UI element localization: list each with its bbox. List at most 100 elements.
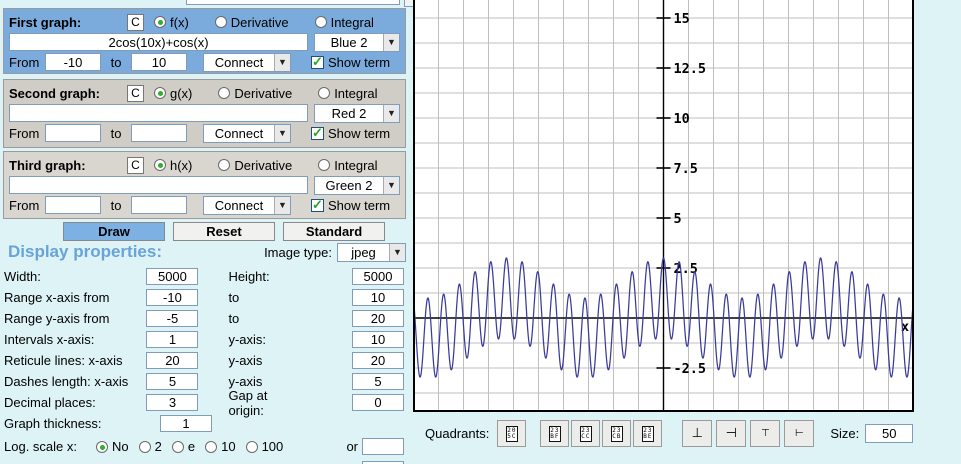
derivative-radio[interactable] bbox=[218, 159, 231, 171]
mode-select-value: Connect bbox=[214, 197, 264, 213]
intervals-x-input[interactable] bbox=[146, 331, 199, 348]
gap-origin-input[interactable] bbox=[352, 394, 404, 411]
left-tack-icon: ⊣ bbox=[725, 426, 737, 441]
cut-off-input[interactable] bbox=[186, 0, 400, 5]
range-y-from-input[interactable] bbox=[146, 310, 199, 327]
width-input[interactable] bbox=[146, 268, 199, 285]
from-input[interactable] bbox=[45, 53, 101, 71]
from-input[interactable] bbox=[45, 124, 101, 142]
hx-radio[interactable] bbox=[154, 159, 166, 171]
integral-radio[interactable] bbox=[318, 159, 331, 171]
range-x-from-input[interactable] bbox=[146, 289, 199, 306]
range-x-label: Range x-axis from bbox=[4, 290, 110, 305]
axis-right-button[interactable]: ⊣ bbox=[716, 420, 747, 447]
clear-button[interactable]: C bbox=[127, 84, 144, 102]
color-select[interactable]: Red 2 ▼ bbox=[314, 103, 400, 123]
radio-button[interactable] bbox=[96, 440, 108, 453]
to-input[interactable] bbox=[131, 124, 187, 142]
color-select[interactable]: Green 2 ▼ bbox=[314, 175, 400, 195]
quadrant-2-button[interactable]: 23 CC bbox=[571, 420, 601, 447]
derivative-radio[interactable] bbox=[218, 87, 231, 99]
radio-button[interactable] bbox=[205, 440, 218, 453]
intervals-y-label: y-axis: bbox=[228, 332, 266, 347]
derivative-radio[interactable] bbox=[214, 16, 227, 28]
mode-select[interactable]: Connect ▼ bbox=[203, 195, 291, 215]
log-scale-y-row: No2e10100 or bbox=[4, 459, 404, 464]
reticule-y-input[interactable] bbox=[352, 352, 404, 369]
down-tack-icon: ⊤ bbox=[760, 428, 770, 439]
dashes-x-input[interactable] bbox=[146, 373, 199, 390]
color-select[interactable]: Blue 2 ▼ bbox=[314, 32, 400, 52]
expression-input[interactable] bbox=[9, 176, 308, 194]
to-input[interactable] bbox=[131, 196, 187, 214]
to-label: to bbox=[110, 197, 122, 213]
quadrant-1-button[interactable]: 23 BF bbox=[540, 420, 570, 447]
radio-button[interactable] bbox=[245, 440, 258, 453]
radio-option[interactable]: e bbox=[171, 439, 196, 454]
log-scale-x-custom-input[interactable] bbox=[362, 438, 404, 455]
graph-thickness-label: Graph thickness: bbox=[4, 416, 102, 431]
svg-text:-2.5: -2.5 bbox=[674, 361, 707, 377]
show-term-checkbox[interactable] bbox=[311, 54, 324, 70]
from-label: From bbox=[9, 197, 40, 213]
show-term-checkbox[interactable] bbox=[311, 125, 324, 141]
table-row: Range x-axis from to bbox=[4, 287, 404, 308]
graph-thickness-input[interactable] bbox=[160, 415, 212, 432]
to-input[interactable] bbox=[131, 53, 187, 71]
intervals-x-label: Intervals x-axis: bbox=[4, 332, 95, 347]
axis-top-button[interactable]: ⊤ bbox=[750, 420, 781, 447]
radio-option[interactable]: 2 bbox=[138, 439, 162, 454]
quadrant-4-button[interactable]: 23 BE bbox=[633, 420, 663, 447]
reticule-x-label: Reticule lines: x-axis bbox=[4, 353, 123, 368]
radio-button[interactable] bbox=[171, 440, 184, 453]
from-label: From bbox=[9, 125, 40, 141]
intervals-y-input[interactable] bbox=[352, 331, 404, 348]
chevron-down-icon: ▼ bbox=[383, 104, 399, 122]
integral-radio[interactable] bbox=[314, 16, 327, 28]
second-graph-title: Second graph: bbox=[9, 85, 101, 101]
quadrant-all-button[interactable]: 20 5C bbox=[497, 420, 527, 447]
radio-option-label: e bbox=[187, 439, 196, 454]
dashes-y-input[interactable] bbox=[352, 373, 404, 390]
reticule-x-input[interactable] bbox=[146, 352, 199, 369]
integral-radio[interactable] bbox=[318, 87, 331, 99]
table-row: Decimal places: Gap at origin: bbox=[4, 388, 404, 418]
show-term-checkbox[interactable] bbox=[311, 197, 324, 213]
gx-radio[interactable] bbox=[154, 87, 166, 99]
missing-glyph-icon: 20 5C bbox=[505, 425, 518, 442]
fx-radio[interactable] bbox=[154, 16, 166, 28]
height-input[interactable] bbox=[352, 268, 404, 285]
expression-input[interactable] bbox=[9, 104, 308, 122]
quadrant-3-button[interactable]: 23 CB bbox=[602, 420, 632, 447]
image-type-select[interactable]: jpeg ▼ bbox=[337, 242, 406, 262]
radio-option[interactable]: No bbox=[96, 439, 129, 454]
log-scale-x-row: Log. scale x: No 2 e 10 100 or bbox=[4, 436, 404, 457]
fx-radio-label: f(x) bbox=[170, 14, 189, 30]
decimal-places-input[interactable] bbox=[146, 394, 199, 411]
range-y-to-input[interactable] bbox=[352, 310, 404, 327]
svg-text:10: 10 bbox=[674, 111, 690, 127]
dashes-x-label: Dashes length: x-axis bbox=[4, 374, 129, 389]
expression-input[interactable] bbox=[9, 33, 308, 51]
clear-button[interactable]: C bbox=[127, 13, 144, 31]
size-input[interactable] bbox=[865, 424, 914, 443]
radio-option[interactable]: 100 bbox=[245, 439, 283, 454]
axis-bottom-button[interactable]: ⊥ bbox=[682, 420, 713, 447]
draw-button[interactable]: Draw bbox=[63, 222, 165, 241]
from-label: From bbox=[9, 54, 40, 70]
missing-glyph-icon: 23 BF bbox=[548, 425, 561, 442]
range-x-to-input[interactable] bbox=[352, 289, 404, 306]
mode-select[interactable]: Connect ▼ bbox=[203, 52, 291, 72]
axis-left-button[interactable]: ⊢ bbox=[784, 420, 815, 447]
mode-select[interactable]: Connect ▼ bbox=[203, 123, 291, 143]
standard-button[interactable]: Standard bbox=[283, 222, 385, 241]
show-term-label: Show term bbox=[328, 125, 391, 141]
svg-text:5: 5 bbox=[674, 211, 682, 227]
reset-button[interactable]: Reset bbox=[173, 222, 275, 241]
radio-button[interactable] bbox=[138, 440, 151, 453]
radio-option[interactable]: 10 bbox=[205, 439, 236, 454]
from-input[interactable] bbox=[45, 196, 101, 214]
display-properties-table: Width: Height: Range x-axis from to Rang… bbox=[4, 266, 404, 464]
clear-button[interactable]: C bbox=[127, 156, 144, 174]
decimal-places-label: Decimal places: bbox=[4, 395, 96, 410]
